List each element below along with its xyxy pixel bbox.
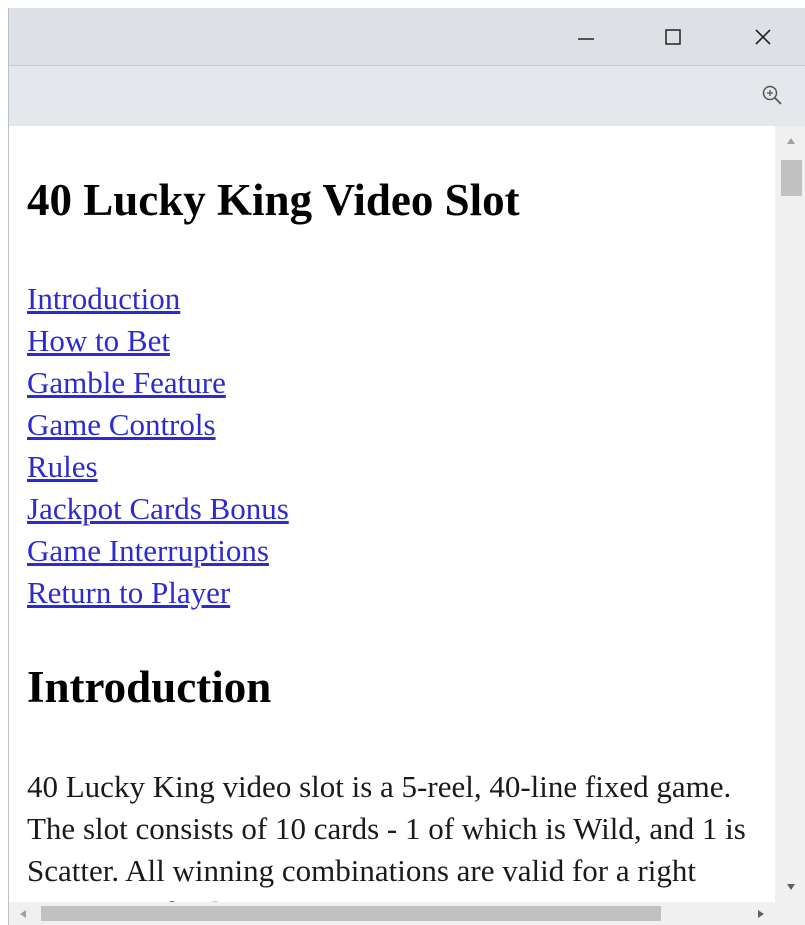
maximize-icon [665, 28, 681, 45]
toolbar [9, 65, 805, 127]
scroll-right-arrow-icon [758, 909, 764, 918]
toc-link-game-interruptions[interactable]: Game Interruptions [27, 530, 289, 572]
zoom-in-icon [762, 85, 782, 105]
scroll-down-arrow-icon [786, 884, 795, 890]
vertical-scroll-thumb[interactable] [781, 160, 802, 196]
title-bar [9, 8, 805, 65]
page-content: 40 Lucky King Video Slot Introduction Ho… [9, 126, 775, 902]
close-button[interactable] [739, 8, 787, 65]
scroll-up-button[interactable] [775, 126, 805, 156]
scroll-up-arrow-icon [786, 138, 795, 144]
scroll-left-arrow-icon [20, 909, 26, 918]
toc-link-return-to-player[interactable]: Return to Player [27, 572, 289, 614]
horizontal-scroll-thumb[interactable] [41, 906, 661, 921]
toc-link-rules[interactable]: Rules [27, 446, 289, 488]
horizontal-scrollbar[interactable] [9, 902, 775, 925]
toc-link-game-controls[interactable]: Game Controls [27, 404, 289, 446]
scrollbar-corner [775, 902, 805, 925]
toc-link-jackpot-cards-bonus[interactable]: Jackpot Cards Bonus [27, 488, 289, 530]
vertical-scrollbar[interactable] [775, 126, 805, 902]
scroll-left-button[interactable] [9, 902, 37, 925]
toc-link-how-to-bet[interactable]: How to Bet [27, 320, 289, 362]
help-window: 40 Lucky King Video Slot Introduction Ho… [8, 8, 805, 925]
table-of-contents: Introduction How to Bet Gamble Feature G… [27, 278, 289, 614]
minimize-button[interactable] [562, 8, 610, 65]
scroll-down-button[interactable] [775, 872, 805, 902]
section-heading-introduction: Introduction [27, 662, 272, 712]
maximize-button[interactable] [649, 8, 697, 65]
introduction-paragraph: 40 Lucky King video slot is a 5-reel, 40… [27, 769, 746, 902]
close-icon [755, 28, 771, 45]
zoom-button[interactable] [757, 80, 787, 110]
minimize-icon [578, 37, 594, 40]
toc-link-introduction[interactable]: Introduction [27, 278, 289, 320]
page-title: 40 Lucky King Video Slot [27, 175, 520, 225]
toc-link-gamble-feature[interactable]: Gamble Feature [27, 362, 289, 404]
scroll-right-button[interactable] [747, 902, 775, 925]
